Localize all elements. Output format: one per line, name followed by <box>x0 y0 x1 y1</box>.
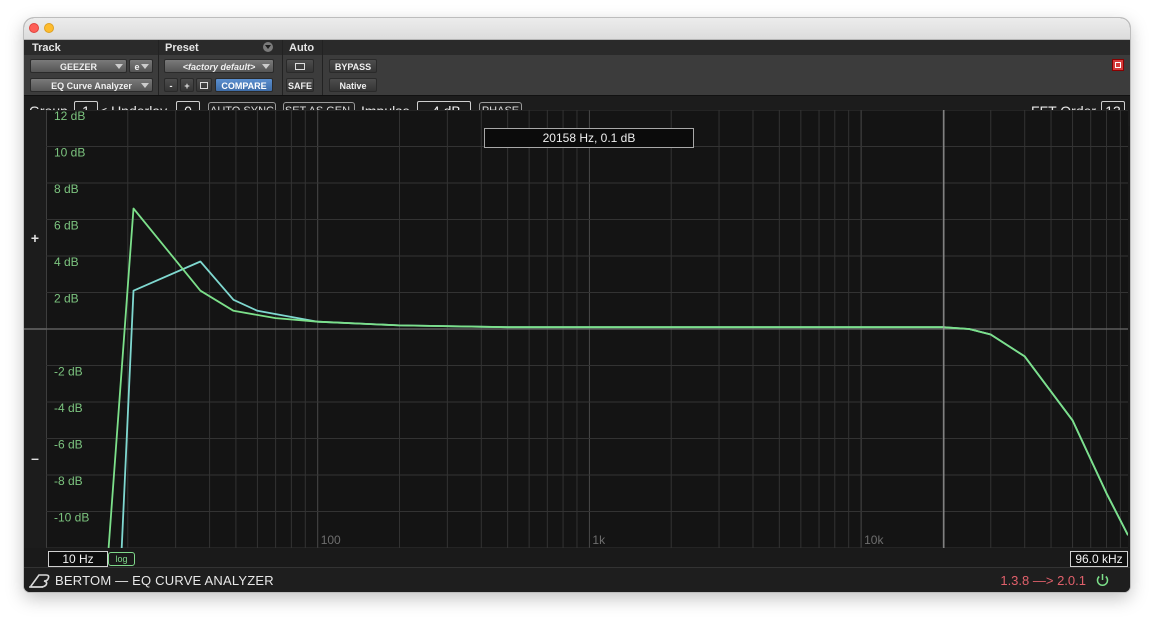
header-divider <box>158 40 159 95</box>
track-selector[interactable]: GEEZER <box>30 59 127 73</box>
zoom-in-button[interactable]: + <box>24 230 46 246</box>
next-preset-button[interactable]: + <box>180 78 194 92</box>
copy-settings-button[interactable] <box>196 78 212 92</box>
db-tick-label: -4 dB <box>54 401 83 415</box>
zoom-out-button[interactable]: – <box>24 450 46 466</box>
db-tick-label: 2 dB <box>54 292 79 306</box>
channel-name: e <box>134 62 140 72</box>
eq-curve-line <box>107 207 1128 548</box>
automation-window-button[interactable] <box>286 59 314 73</box>
chevron-down-icon <box>262 64 270 69</box>
bypass-button[interactable]: BYPASS <box>329 59 377 73</box>
native-indicator: Native <box>329 78 377 92</box>
track-section-label: Track <box>32 42 61 54</box>
plot-canvas[interactable]: 12 dB 10 dB 8 dB 6 dB 4 dB 2 dB -2 dB -4 dB -6 d… <box>46 110 1128 548</box>
channel-selector[interactable]: e <box>129 59 153 73</box>
preset-name: <factory default> <box>182 62 256 72</box>
preset-selector[interactable]: <factory default> <box>164 59 274 73</box>
db-tick-label: -8 dB <box>54 474 83 488</box>
db-tick-label: 10 dB <box>54 146 85 160</box>
frequency-axis-labels: 100 1k 10k <box>321 533 885 547</box>
log-scale-toggle[interactable]: log <box>108 552 135 566</box>
chevron-down-icon <box>141 64 149 69</box>
chevron-down-icon <box>141 83 149 88</box>
zoom-sidebar: + – <box>24 110 47 548</box>
plugin-selector[interactable]: EQ Curve Analyzer <box>30 78 153 92</box>
chevron-down-icon <box>115 64 123 69</box>
auto-section-label: Auto <box>289 42 315 54</box>
db-tick-label: -6 dB <box>54 438 83 452</box>
min-frequency-field[interactable]: 10 Hz <box>48 551 108 567</box>
footer-bar: BERTOM — EQ CURVE ANALYZER 1.3.8 —> 2.0.… <box>24 567 1130 592</box>
header-divider <box>322 40 323 95</box>
db-tick-label: 6 dB <box>54 219 79 233</box>
frequency-tick-label: 1k <box>592 533 606 547</box>
brand-title: BERTOM — EQ CURVE ANALYZER <box>55 573 274 588</box>
window-icon <box>295 63 305 70</box>
title-bar <box>24 18 1130 40</box>
db-tick-label: 4 dB <box>54 255 79 269</box>
cursor-readout: 20158 Hz, 0.1 dB <box>484 128 694 148</box>
zoom-divider <box>24 328 46 330</box>
close-window-button[interactable] <box>29 23 39 33</box>
compare-button[interactable]: COMPARE <box>215 78 273 92</box>
minimize-window-button[interactable] <box>44 23 54 33</box>
frequency-tick-label: 10k <box>864 533 884 547</box>
safe-button[interactable]: SAFE <box>286 78 314 92</box>
eq-curves <box>107 207 1128 548</box>
previous-preset-button[interactable]: - <box>164 78 178 92</box>
power-icon <box>1115 62 1121 68</box>
version-info[interactable]: 1.3.8 —> 2.0.1 <box>1000 573 1086 588</box>
db-tick-label: -2 dB <box>54 365 83 379</box>
preset-menu-button[interactable] <box>263 42 273 52</box>
copy-icon <box>200 82 208 89</box>
max-frequency-field[interactable]: 96.0 kHz <box>1070 551 1128 567</box>
db-axis-labels: 12 dB 10 dB 8 dB 6 dB 4 dB 2 dB -2 dB -4 dB -6 d… <box>54 110 89 525</box>
preset-section-label: Preset <box>165 42 199 54</box>
db-tick-label: -10 dB <box>54 511 89 525</box>
header-divider <box>282 40 283 95</box>
track-name: GEEZER <box>59 62 97 72</box>
power-icon[interactable] <box>1095 573 1110 588</box>
eq-curve-line <box>120 260 1128 548</box>
eq-curve-plot[interactable]: + – 12 dB 10 dB 8 dB 6 dB 4 dB 2 dB -2 dB -4 dB… <box>24 110 1128 548</box>
db-tick-label: 12 dB <box>54 110 85 123</box>
plugin-power-button[interactable] <box>1112 59 1124 71</box>
bertom-logo-icon <box>29 574 50 588</box>
frequency-tick-label: 100 <box>321 533 341 547</box>
plugin-name: EQ Curve Analyzer <box>51 81 132 91</box>
plugin-header: Track Preset Auto GEEZER e EQ Curve Anal… <box>24 40 1130 96</box>
db-tick-label: 8 dB <box>54 182 79 196</box>
